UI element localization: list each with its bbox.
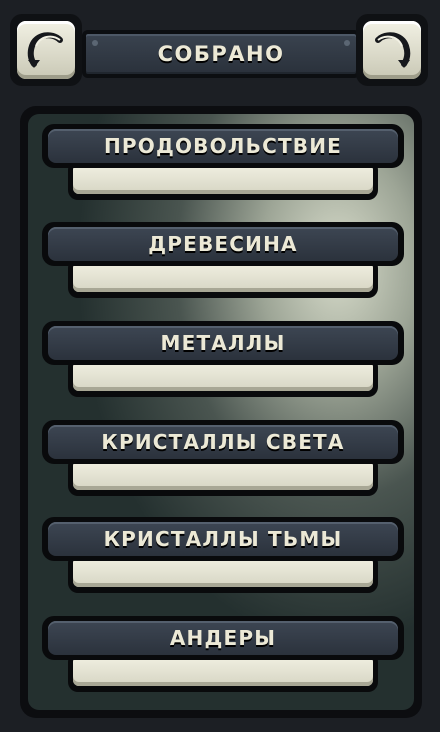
resource-value	[73, 361, 373, 391]
resource-row-anders: АНДЕРЫ	[28, 610, 414, 706]
rivet-decoration	[92, 40, 98, 46]
resource-label-plate: КРИСТАЛЛЫ ТЬМЫ	[42, 517, 404, 561]
resource-label-plate: КРИСТАЛЛЫ СВЕТА	[42, 420, 404, 464]
resource-value	[73, 262, 373, 292]
rivet-decoration	[344, 40, 350, 46]
resource-label: КРИСТАЛЛЫ ТЬМЫ	[48, 522, 398, 556]
resources-panel: ПРОДОВОЛЬСТВИЕ ДРЕВЕСИНА МЕТАЛЛЫ КРИСТАЛ…	[20, 106, 422, 718]
resource-label: ПРОДОВОЛЬСТВИЕ	[48, 129, 398, 163]
forward-button[interactable]	[356, 14, 428, 86]
resource-row-light-crystals: КРИСТАЛЛЫ СВЕТА	[28, 414, 414, 510]
resource-row-dark-crystals: КРИСТАЛЛЫ ТЬМЫ	[28, 511, 414, 607]
resource-row-food: ПРОДОВОЛЬСТВИЕ	[28, 118, 414, 214]
resource-value	[73, 460, 373, 490]
page-title: СОБРАНО	[157, 42, 285, 66]
back-button[interactable]	[10, 14, 82, 86]
resource-label-plate: ПРОДОВОЛЬСТВИЕ	[42, 124, 404, 168]
resource-label-plate: АНДЕРЫ	[42, 616, 404, 660]
resource-label: МЕТАЛЛЫ	[48, 326, 398, 360]
resource-value	[73, 164, 373, 194]
collected-resources-screen: СОБРАНО ПРОДОВОЛЬСТВИЕ ДРЕВЕСИНА МЕТАЛЛЫ…	[0, 0, 440, 732]
resource-label: ДРЕВЕСИНА	[48, 227, 398, 261]
resource-value	[73, 557, 373, 587]
resource-label-plate: МЕТАЛЛЫ	[42, 321, 404, 365]
resource-label: АНДЕРЫ	[48, 621, 398, 655]
resource-row-metals: МЕТАЛЛЫ	[28, 315, 414, 411]
resources-panel-background: ПРОДОВОЛЬСТВИЕ ДРЕВЕСИНА МЕТАЛЛЫ КРИСТАЛ…	[28, 114, 414, 710]
curved-arrow-left-icon	[17, 21, 75, 79]
resource-label-plate: ДРЕВЕСИНА	[42, 222, 404, 266]
resource-row-wood: ДРЕВЕСИНА	[28, 216, 414, 312]
resource-value	[73, 656, 373, 686]
curved-arrow-right-icon	[363, 21, 421, 79]
title-plate: СОБРАНО	[82, 30, 360, 78]
resource-label: КРИСТАЛЛЫ СВЕТА	[48, 425, 398, 459]
